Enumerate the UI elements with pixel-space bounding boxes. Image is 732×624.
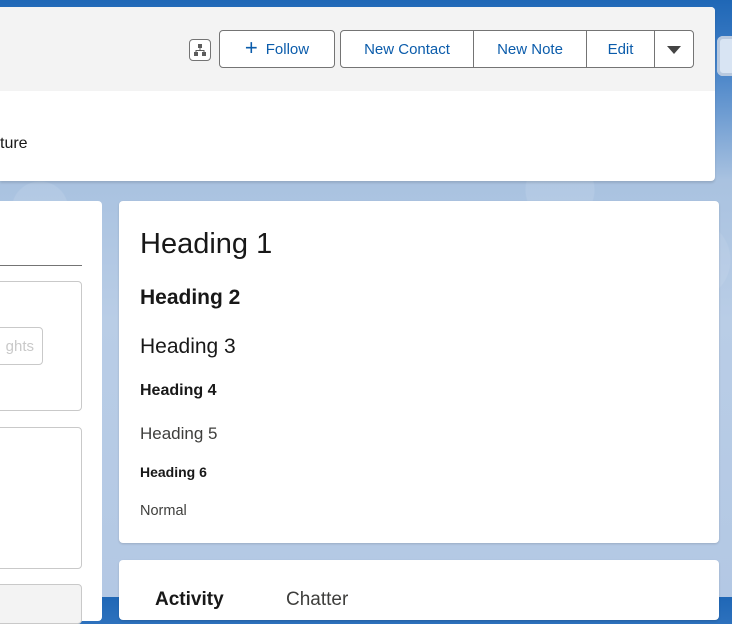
heading-5: Heading 5: [140, 424, 218, 443]
new-note-button[interactable]: New Note: [474, 31, 587, 67]
insights-panel: ghts: [0, 281, 82, 411]
action-button-group: New Contact New Note Edit: [340, 30, 694, 68]
heading-6: Heading 6: [140, 464, 207, 480]
activity-card: Activity Chatter: [119, 560, 719, 620]
view-hierarchy-button[interactable]: [189, 39, 211, 61]
insights-button[interactable]: ghts: [0, 327, 43, 365]
heading-3: Heading 3: [140, 335, 236, 358]
edit-button[interactable]: Edit: [587, 31, 655, 67]
record-header: + Follow New Contact New Note Edit ture: [0, 7, 715, 181]
left-panel-card: ghts: [0, 201, 102, 624]
edit-label: Edit: [607, 40, 634, 58]
rich-text-card: Heading 1 Heading 2 Heading 3 Heading 4 …: [119, 201, 719, 543]
follow-label: Follow: [265, 40, 310, 58]
header-field-value: ture: [0, 135, 28, 152]
heading-2: Heading 2: [140, 286, 241, 309]
new-note-label: New Note: [497, 40, 563, 58]
normal-text: Normal: [140, 503, 187, 519]
tab-activity[interactable]: Activity: [155, 589, 224, 611]
hierarchy-icon: [194, 44, 206, 56]
more-actions-button[interactable]: [655, 31, 693, 67]
chevron-down-icon: [667, 46, 681, 54]
follow-button[interactable]: + Follow: [219, 30, 335, 68]
heading-1: Heading 1: [140, 228, 273, 260]
tab-chatter[interactable]: Chatter: [286, 589, 348, 611]
new-contact-button[interactable]: New Contact: [341, 31, 474, 67]
left-panel-section: [0, 427, 82, 569]
add-icon: +: [244, 35, 258, 60]
insights-button-label: ghts: [5, 337, 34, 355]
utility-side-tab[interactable]: [717, 36, 732, 76]
left-panel-footer: [0, 584, 82, 624]
new-contact-label: New Contact: [364, 40, 450, 58]
heading-4: Heading 4: [140, 382, 217, 399]
divider: [0, 265, 82, 266]
